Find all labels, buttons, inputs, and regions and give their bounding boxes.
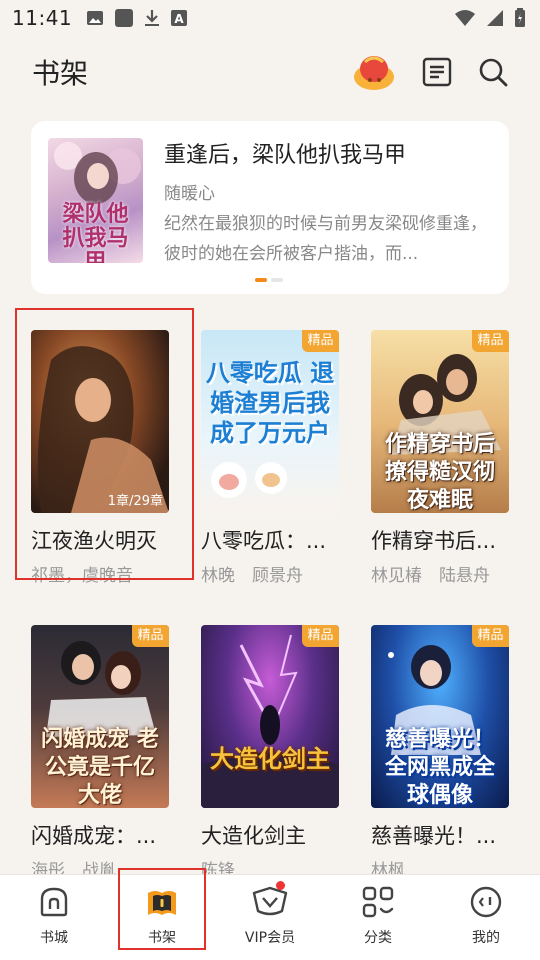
category-icon <box>362 886 394 918</box>
wifi-icon <box>455 10 475 26</box>
download-icon <box>145 10 160 26</box>
book-cover-text: 作精穿书后 撩得糙汉彻夜难眠 <box>384 431 495 513</box>
text-notification-icon: A <box>171 10 188 26</box>
featured-book-author: 随暖心 <box>164 184 215 204</box>
book-title: 慈善曝光！... <box>371 824 497 848</box>
selection-highlight <box>15 308 194 580</box>
notification-dot <box>276 881 285 890</box>
page-header: 书架 <box>0 40 540 104</box>
book-cover[interactable]: 作精穿书后 撩得糙汉彻夜难眠 精品 <box>371 330 509 513</box>
profile-icon <box>470 886 502 918</box>
tab-profile[interactable]: 我的 <box>432 875 540 960</box>
status-time: 11:41 <box>12 6 73 30</box>
book-title: 作精穿书后... <box>371 529 497 553</box>
featured-book-description: 纪然在最狼狈的时候与前男友梁砚修重逢，彼时的她在会所被客户揩油，而... <box>164 214 487 264</box>
carousel-dot-active <box>255 278 267 282</box>
book-authors: 林见椿 陆悬舟 <box>371 566 490 586</box>
bottom-tab-bar: 书城 书架 VIP会员 分类 我的 <box>0 874 540 960</box>
premium-badge: 精品 <box>302 330 339 352</box>
book-title: 大造化剑主 <box>201 824 306 848</box>
search-icon <box>479 58 508 87</box>
book-cover-text: 闪婚成宠 老公竟是千亿大佬 <box>41 726 159 808</box>
status-left-icons: A <box>86 8 188 28</box>
store-icon <box>40 887 68 917</box>
tab-vip[interactable]: VIP会员 <box>216 875 324 960</box>
book-title: 闪婚成宠：... <box>31 824 157 848</box>
vip-icon <box>252 886 288 916</box>
gift-mascot-button[interactable] <box>352 50 396 94</box>
book-cover-text: 大造化剑主 <box>210 744 330 773</box>
book-cover[interactable]: 慈善曝光！全网黑成全球偶像 精品 <box>371 625 509 808</box>
status-bar: 11:41 A <box>0 0 540 36</box>
signal-icon <box>487 10 503 26</box>
carousel-indicator <box>255 278 283 282</box>
book-item[interactable]: 作精穿书后 撩得糙汉彻夜难眠 精品 作精穿书后... 林见椿 陆悬舟 <box>371 330 511 586</box>
premium-badge: 精品 <box>472 330 509 352</box>
featured-cover-text: 梁队他扒我马甲 <box>62 201 129 263</box>
status-right-icons <box>454 8 526 28</box>
premium-badge: 精品 <box>302 625 339 647</box>
search-button[interactable] <box>478 57 508 87</box>
book-item[interactable]: 大造化剑主 精品 大造化剑主 陈锋 <box>201 625 341 881</box>
book-cover[interactable]: 大造化剑主 精品 <box>201 625 339 808</box>
list-document-icon <box>422 57 452 87</box>
tab-label: VIP会员 <box>244 930 296 946</box>
battery-icon <box>515 8 525 27</box>
svg-text:A: A <box>174 12 184 26</box>
featured-book-card[interactable]: 梁队他扒我马甲 重逢后，梁队他扒我马甲 随暖心 纪然在最狼狈的时候与前男友梁砚修… <box>31 121 509 294</box>
image-notification-icon <box>87 11 104 25</box>
featured-book-cover[interactable]: 梁队他扒我马甲 <box>48 138 143 263</box>
tab-category[interactable]: 分类 <box>324 875 432 960</box>
premium-badge: 精品 <box>472 625 509 647</box>
book-cover-text: 八零吃瓜 退婚渣男后我成了万元户 <box>205 358 335 447</box>
book-cover[interactable]: 八零吃瓜 退婚渣男后我成了万元户 精品 <box>201 330 339 513</box>
book-item[interactable]: 闪婚成宠 老公竟是千亿大佬 精品 闪婚成宠：... 海彤 战胤 <box>31 625 171 881</box>
book-authors: 林晚 顾景舟 <box>201 566 303 586</box>
tab-label: 书城 <box>40 930 68 946</box>
tab-label: 我的 <box>472 930 500 946</box>
header-actions <box>352 50 508 94</box>
app-notification-icon <box>115 9 134 27</box>
page-title: 书架 <box>32 57 89 90</box>
premium-badge: 精品 <box>132 625 169 647</box>
book-title: 八零吃瓜：... <box>201 529 327 553</box>
carousel-dot <box>271 278 283 282</box>
book-cover-text: 慈善曝光！全网黑成全球偶像 <box>384 726 495 808</box>
tab-selection-highlight <box>118 868 206 950</box>
book-item[interactable]: 慈善曝光！全网黑成全球偶像 精品 慈善曝光！... 林枫 <box>371 625 511 881</box>
reading-history-button[interactable] <box>422 57 452 87</box>
tab-label: 分类 <box>364 930 392 946</box>
cover-art-icon <box>201 634 339 808</box>
book-item[interactable]: 八零吃瓜 退婚渣男后我成了万元户 精品 八零吃瓜：... 林晚 顾景舟 <box>201 330 341 586</box>
featured-book-title: 重逢后，梁队他扒我马甲 <box>164 143 407 168</box>
mascot-icon <box>354 56 394 90</box>
book-cover[interactable]: 闪婚成宠 老公竟是千亿大佬 精品 <box>31 625 169 808</box>
tab-store[interactable]: 书城 <box>0 875 108 960</box>
